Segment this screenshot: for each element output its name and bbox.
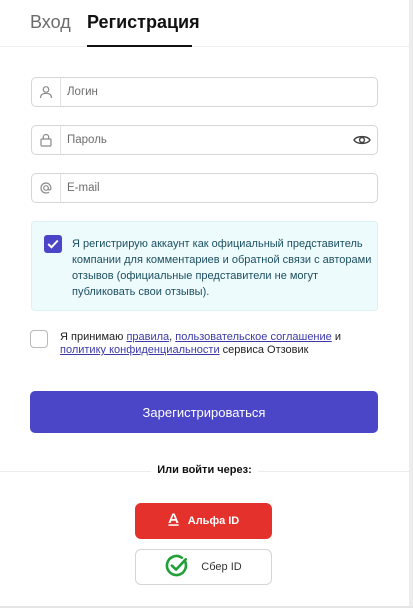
social-heading-wrap: Или войти через: [0, 464, 409, 476]
agreement-link[interactable]: пользовательское соглашение [175, 331, 332, 343]
login-input[interactable] [67, 82, 347, 102]
representative-text: Я регистрирую аккаунт как официальный пр… [72, 238, 372, 298]
representative-notice: Я регистрирую аккаунт как официальный пр… [31, 221, 378, 311]
email-input[interactable] [67, 178, 347, 198]
terms-text: Я принимаю правила, пользовательское сог… [60, 331, 380, 357]
window-edge-right [409, 0, 413, 608]
active-tab-indicator [87, 45, 192, 47]
password-field [31, 125, 378, 155]
terms-and: и [331, 331, 341, 343]
alfa-id-button[interactable]: Альфа ID [135, 503, 272, 539]
auth-tabs: Вход Регистрация [0, 0, 409, 47]
alfa-id-label: Альфа ID [187, 515, 240, 527]
sber-id-label: Сбер ID [201, 561, 242, 573]
tab-login[interactable]: Вход [30, 12, 71, 33]
terms-checkbox[interactable] [30, 330, 48, 348]
user-icon [32, 78, 61, 106]
at-icon [32, 174, 61, 202]
login-field [31, 77, 378, 107]
rules-link[interactable]: правила [126, 331, 169, 343]
lock-icon [32, 126, 61, 154]
terms-suffix: сервиса Отзовик [219, 344, 309, 356]
tab-register[interactable]: Регистрация [87, 12, 200, 33]
alfa-logo-icon [168, 513, 179, 529]
privacy-link[interactable]: политику конфиденциальности [60, 344, 220, 356]
email-field [31, 173, 378, 203]
representative-checkbox[interactable] [44, 235, 62, 253]
social-heading: Или войти через: [151, 464, 258, 476]
register-button[interactable]: Зарегистрироваться [30, 391, 378, 433]
terms-prefix: Я принимаю [60, 331, 127, 343]
sber-id-button[interactable]: Сбер ID [135, 549, 272, 585]
eye-icon[interactable] [351, 130, 373, 150]
password-input[interactable] [67, 130, 347, 150]
sber-logo-icon [165, 554, 189, 581]
